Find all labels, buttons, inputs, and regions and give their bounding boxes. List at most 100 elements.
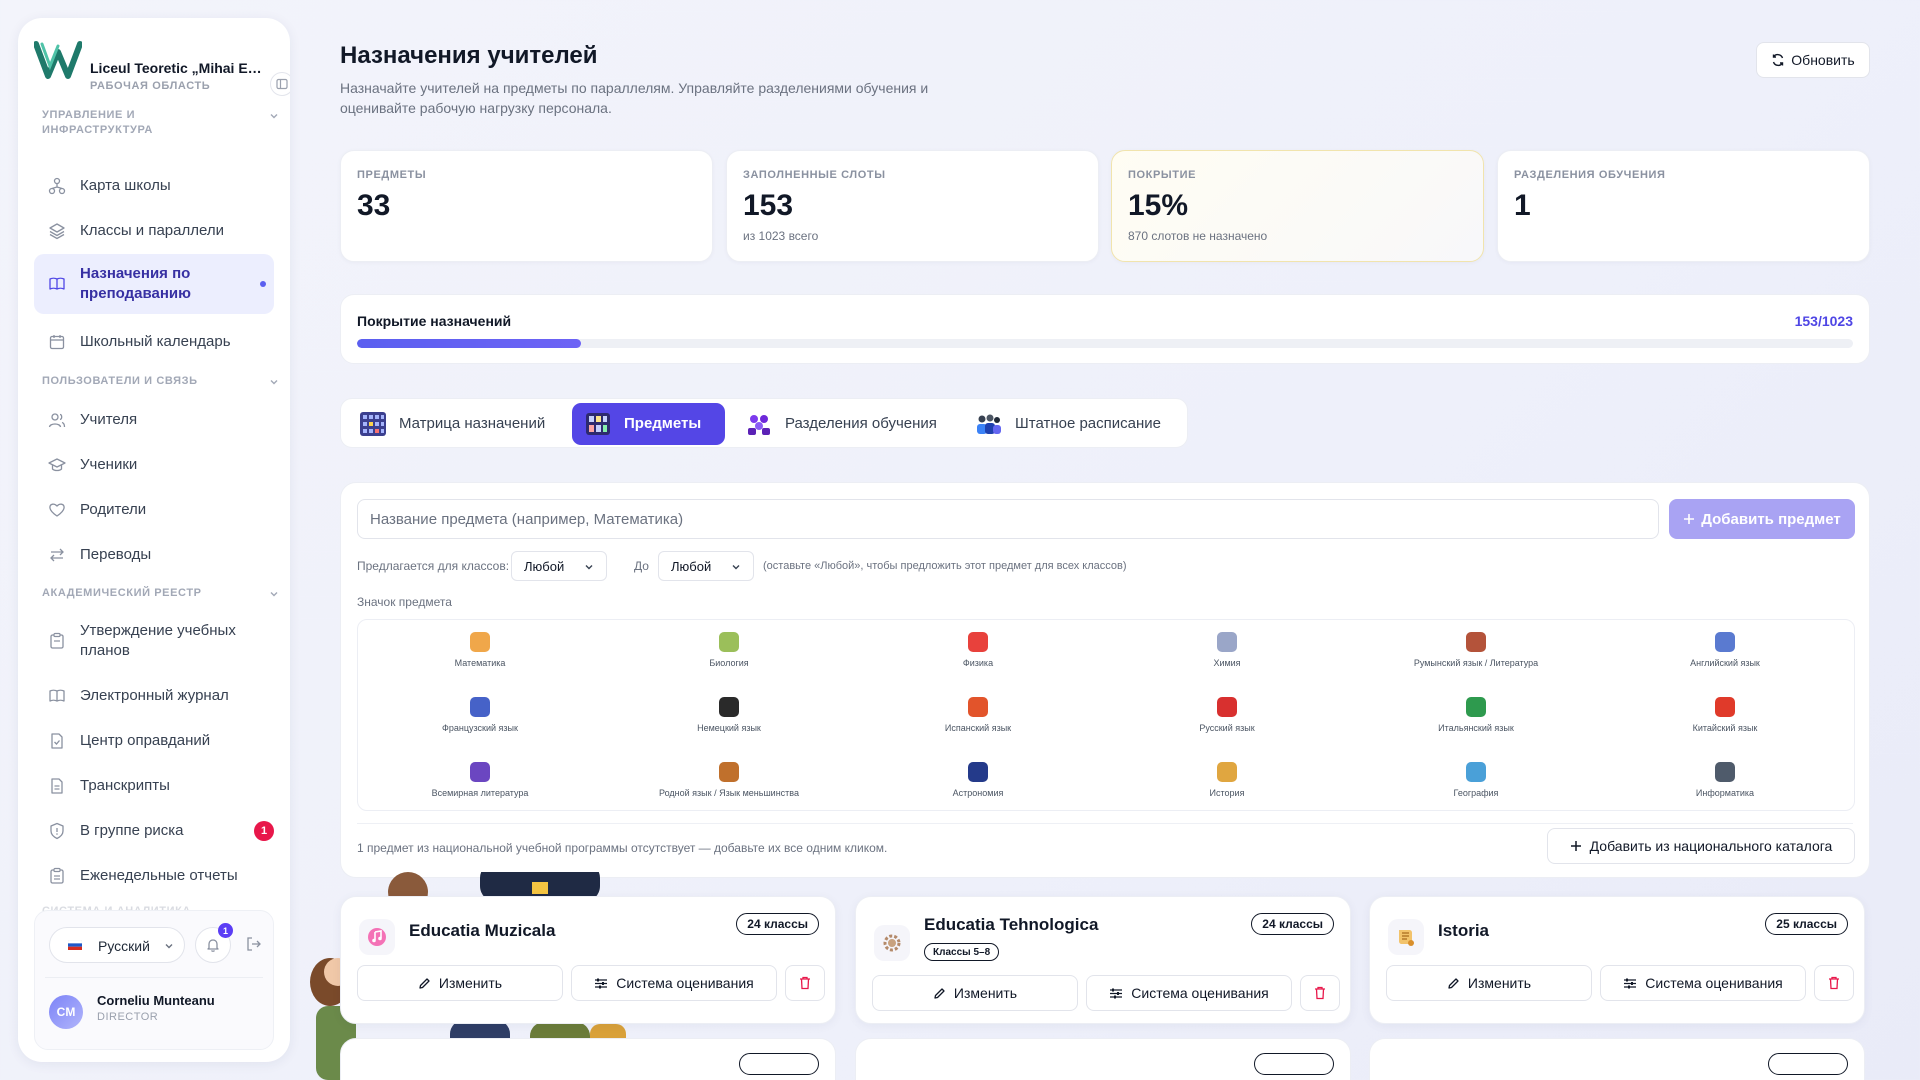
logout-icon[interactable] (245, 935, 263, 953)
trash-icon (1315, 986, 1325, 1000)
sidebar-item-gradebook[interactable]: Электронный журнал (34, 676, 274, 716)
sidebar-item-weekly-reports[interactable]: Еженедельные отчеты (34, 856, 274, 896)
catalog-label: Добавить из национального каталога (1589, 838, 1833, 854)
grading-label: Система оценивания (1131, 985, 1269, 1001)
edit-subject-button[interactable]: Изменить (872, 975, 1078, 1011)
sidebar-item-curriculum-approval[interactable]: Утверждение учебных планов (34, 612, 274, 670)
add-subject-button[interactable]: Добавить предмет (1669, 499, 1855, 539)
subject-icon-option[interactable]: Математика (365, 632, 595, 682)
language-label: Русский (98, 938, 150, 954)
grade-from-value: Любой (524, 559, 565, 574)
notifications-button[interactable]: 1 (195, 923, 233, 963)
subject-icon-option[interactable]: Русский язык (1112, 697, 1342, 747)
grade-from-select[interactable]: Любой (511, 551, 607, 581)
subject-icon-option[interactable]: Информатика (1610, 762, 1840, 812)
subject-icon-option[interactable]: Немецкий язык (614, 697, 844, 747)
grade-hint: (оставьте «Любой», чтобы предложить этот… (763, 560, 1127, 572)
sidebar-item-label: Назначения по преподаванию (80, 265, 191, 302)
subject-glyph-icon (1715, 762, 1735, 782)
delete-subject-button[interactable] (785, 965, 825, 1001)
tab-subjects[interactable]: Предметы (572, 403, 725, 445)
brand[interactable]: Liceul Teoretic „Mihai Emi... РАБОЧАЯ ОБ… (34, 36, 284, 96)
sidebar-item-excuses[interactable]: Центр оправданий (34, 721, 274, 761)
subject-icon-label: Информатика (1695, 788, 1755, 798)
subject-icon-option[interactable]: Родной язык / Язык меньшинства (614, 762, 844, 812)
sidebar-item-teaching-assignments[interactable]: Назначения по преподаванию (34, 254, 274, 314)
edit-subject-button[interactable]: Изменить (357, 965, 563, 1001)
sidebar-item-parents[interactable]: Родители (34, 490, 274, 530)
clipboard-icon (50, 632, 64, 649)
workspace-label: РАБОЧАЯ ОБЛАСТЬ (90, 80, 211, 92)
subject-glyph-icon (470, 697, 490, 717)
chevron-down-icon (585, 565, 593, 570)
class-count-badge (1254, 1053, 1334, 1075)
add-from-catalog-button[interactable]: Добавить из национального каталога (1547, 828, 1855, 864)
chevron-down-icon[interactable] (268, 588, 280, 600)
sidebar-item-classes[interactable]: Классы и параллели (34, 211, 274, 251)
edit-subject-button[interactable]: Изменить (1386, 965, 1592, 1001)
coverage-progress-bar (357, 339, 1853, 348)
subject-name-input[interactable] (357, 499, 1659, 539)
sidebar-item-teachers[interactable]: Учителя (34, 400, 274, 440)
subject-card-peek (855, 1038, 1351, 1080)
subject-glyph-icon (719, 632, 739, 652)
edit-label: Изменить (1467, 975, 1532, 991)
subject-icon-label: Физика (962, 658, 994, 668)
subject-icon-option[interactable]: Румынский язык / Литература (1361, 632, 1591, 682)
subject-icon-option[interactable]: География (1361, 762, 1591, 812)
subject-icon-option[interactable]: Биология (614, 632, 844, 682)
subject-glyph-icon (1466, 697, 1486, 717)
subject-icon-option[interactable]: Французский язык (365, 697, 595, 747)
subject-icon-option[interactable]: Всемирная литература (365, 762, 595, 812)
offered-for-label: Предлагается для классов: (357, 559, 510, 573)
tab-matrix[interactable]: Матрица назначений (347, 403, 563, 445)
subject-icon-option[interactable]: Астрономия (863, 762, 1093, 812)
delete-subject-button[interactable] (1300, 975, 1340, 1011)
grading-system-button[interactable]: Система оценивания (1600, 965, 1806, 1001)
language-selector[interactable]: Русский (49, 927, 185, 963)
sidebar-item-school-map[interactable]: Карта школы (34, 166, 274, 206)
subjects-panel: Добавить предмет Предлагается для классо… (340, 482, 1870, 878)
delete-subject-button[interactable] (1814, 965, 1854, 1001)
coverage-progress-fill (357, 339, 581, 348)
subject-icon-option[interactable]: Итальянский язык (1361, 697, 1591, 747)
subject-card-peek (1369, 1038, 1865, 1080)
subject-glyph-icon (1217, 697, 1237, 717)
subject-icon-option[interactable]: Испанский язык (863, 697, 1093, 747)
subject-title: Educatia Tehnologica (924, 915, 1099, 934)
matrix-icon (360, 412, 386, 436)
subject-icon-option[interactable]: Физика (863, 632, 1093, 682)
chevron-down-icon[interactable] (268, 110, 280, 122)
page-title: Назначения учителей (340, 42, 598, 69)
subject-icon-option[interactable]: Китайский язык (1610, 697, 1840, 747)
chevron-down-icon[interactable] (268, 376, 280, 388)
sidebar-toggle-icon (276, 78, 288, 90)
subject-icon-option[interactable]: Химия (1112, 632, 1342, 682)
subject-icon-label: История (1209, 788, 1245, 798)
refresh-button[interactable]: Обновить (1756, 42, 1870, 78)
plus-icon (1570, 841, 1581, 851)
subject-glyph-icon (1217, 762, 1237, 782)
sidebar-item-calendar[interactable]: Школьный календарь (34, 322, 274, 362)
tab-staffing[interactable]: Штатное расписание (963, 403, 1183, 445)
gear-icon (874, 925, 910, 961)
tab-splits[interactable]: Разделения обучения (733, 403, 955, 445)
class-count-badge: 24 классы (1251, 913, 1334, 935)
sidebar-item-transcripts[interactable]: Транскрипты (34, 766, 274, 806)
panel-divider (357, 823, 1853, 824)
grade-to-select[interactable]: Любой (658, 551, 754, 581)
avatar[interactable]: CM (49, 995, 83, 1029)
grading-system-button[interactable]: Система оценивания (571, 965, 777, 1001)
subject-icon-option[interactable]: История (1112, 762, 1342, 812)
collapse-sidebar-button[interactable] (270, 72, 290, 96)
stat-sub: 870 слотов не назначено (1128, 229, 1268, 243)
layers-icon (49, 223, 65, 240)
grading-system-button[interactable]: Система оценивания (1086, 975, 1292, 1011)
pencil-icon (1448, 977, 1459, 989)
page-description: Назначайте учителей на предметы по парал… (340, 80, 929, 116)
sidebar-item-transfers[interactable]: Переводы (34, 535, 274, 575)
subject-icon-label: Родной язык / Язык меньшинства (659, 788, 799, 798)
sidebar-item-students[interactable]: Ученики (34, 445, 274, 485)
sidebar-item-at-risk[interactable]: В группе риска 1 (34, 811, 274, 851)
subject-icon-option[interactable]: Английский язык (1610, 632, 1840, 682)
